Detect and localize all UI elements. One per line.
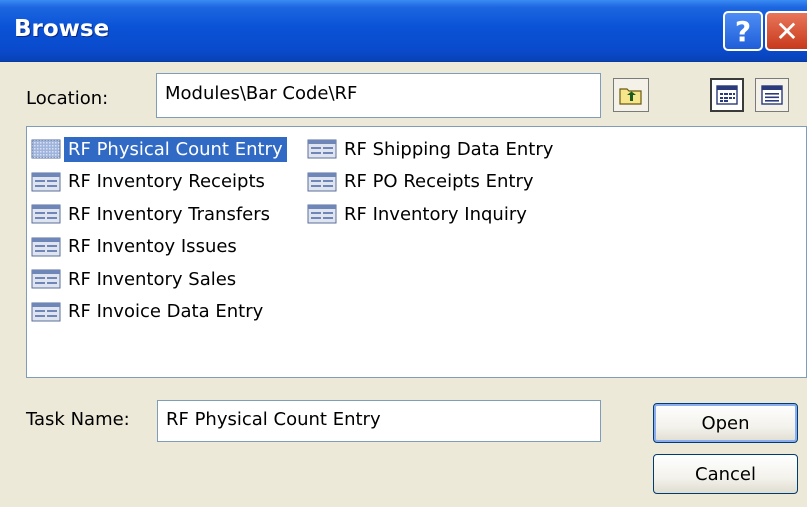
list-item-label: RF Inventoy Issues (68, 236, 237, 258)
location-field[interactable]: Modules\Bar Code\RF (156, 73, 601, 118)
task-name-field[interactable]: RF Physical Count Entry (157, 400, 601, 442)
close-icon: ✕ (775, 14, 799, 48)
open-button[interactable]: Open (653, 403, 798, 443)
task-list-column-2: RF Shipping Data Entry RF PO Receipts En… (307, 133, 557, 231)
task-form-icon (307, 204, 337, 224)
list-item[interactable]: RF Inventory Inquiry (307, 198, 557, 231)
list-item-label: RF Shipping Data Entry (344, 138, 554, 160)
list-item[interactable]: RF Inventoy Issues (31, 231, 287, 264)
list-item[interactable]: RF Invoice Data Entry (31, 296, 287, 329)
details-view-icon (761, 85, 783, 105)
details-view-button[interactable] (755, 78, 789, 112)
task-form-icon (31, 302, 61, 322)
list-item[interactable]: RF Inventory Sales (31, 263, 287, 296)
list-item[interactable]: RF PO Receipts Entry (307, 166, 557, 199)
folder-up-icon (619, 88, 642, 105)
list-item[interactable]: RF Physical Count Entry (31, 133, 287, 166)
list-item-label: RF Inventory Inquiry (344, 203, 527, 225)
task-form-icon (31, 237, 61, 257)
help-button[interactable]: ? (723, 11, 763, 51)
task-list[interactable]: RF Physical Count Entry RF Inventory Rec… (26, 126, 807, 378)
cancel-button[interactable]: Cancel (653, 454, 798, 494)
list-item-label: RF Invoice Data Entry (68, 301, 264, 323)
up-one-level-button[interactable] (613, 78, 649, 112)
close-button[interactable]: ✕ (765, 11, 807, 51)
list-item[interactable]: RF Inventory Transfers (31, 198, 287, 231)
list-item-label: RF Inventory Transfers (68, 203, 271, 225)
help-icon: ? (734, 14, 752, 48)
list-view-button[interactable] (710, 78, 744, 112)
list-item[interactable]: RF Inventory Receipts (31, 166, 287, 199)
location-label: Location: (26, 88, 109, 109)
list-item-label: RF PO Receipts Entry (344, 171, 534, 193)
list-item-label: RF Physical Count Entry (64, 136, 287, 162)
dialog-title: Browse (14, 16, 110, 42)
list-item[interactable]: RF Shipping Data Entry (307, 133, 557, 166)
task-form-icon (307, 172, 337, 192)
list-view-icon (716, 85, 738, 105)
task-form-icon (31, 204, 61, 224)
task-form-icon (307, 139, 337, 159)
browse-dialog: Browse ? ✕ Location: Modules\Bar Code\RF (0, 0, 807, 507)
task-list-column-1: RF Physical Count Entry RF Inventory Rec… (31, 133, 287, 328)
task-form-icon (31, 172, 61, 192)
list-item-label: RF Inventory Receipts (68, 171, 265, 193)
task-form-icon (31, 269, 61, 289)
task-form-icon (31, 139, 61, 159)
title-bar[interactable]: Browse ? ✕ (0, 0, 807, 62)
task-name-label: Task Name: (26, 409, 130, 430)
list-item-label: RF Inventory Sales (68, 268, 237, 290)
